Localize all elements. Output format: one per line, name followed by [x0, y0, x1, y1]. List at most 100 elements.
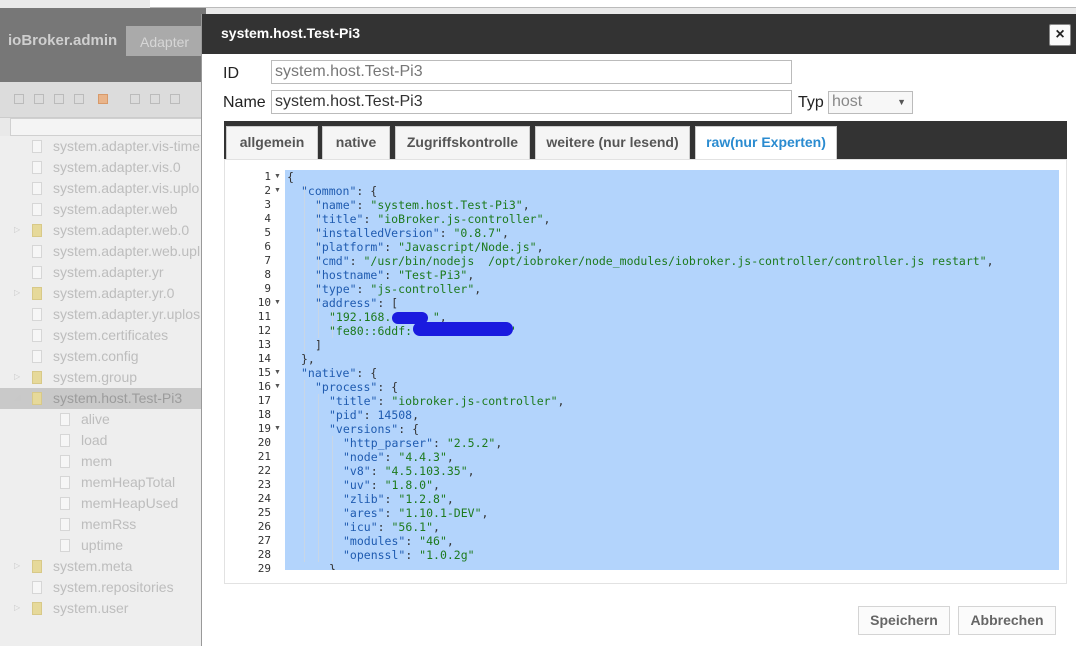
- code-line: "platform": "Javascript/Node.js",: [315, 240, 544, 254]
- code-line: "openssl": "1.0.2g": [343, 548, 475, 562]
- json-string: "system.host.Test-Pi3": [370, 198, 523, 212]
- id-field[interactable]: [271, 60, 792, 84]
- tab-zugriffskontrolle[interactable]: Zugriffskontrolle: [395, 126, 530, 159]
- tab-weitere-nur-lesend[interactable]: weitere (nur lesend): [535, 126, 690, 159]
- json-key: "process": [315, 380, 378, 394]
- code-line: "versions": {: [329, 422, 419, 436]
- tree-row: system.adapter.web: [0, 199, 206, 220]
- json-punctuation: ,: [412, 408, 420, 422]
- json-punctuation: ,: [467, 268, 475, 282]
- json-editor[interactable]: 1 ▼ 2 ▼ 3 4 5 6 7 8 9 10 ▼ 11 12 13 14 15 ▼ 16 ▼ 17 18 19 ▼ 20 21 2…: [224, 159, 1067, 584]
- expand-arrow-icon: ▷: [14, 288, 21, 297]
- file-icon: [60, 518, 70, 531]
- tree-row: load: [0, 430, 206, 451]
- line-number: 29: [257, 562, 271, 575]
- json-key: "http_parser": [343, 436, 434, 450]
- folder-icon: [32, 287, 42, 300]
- tab-raw-nur-experten[interactable]: raw(nur Experten): [695, 126, 837, 159]
- refresh-icon: [14, 94, 24, 104]
- line-number: 23: [257, 478, 271, 491]
- code-line: "type": "js-controller",: [315, 282, 481, 296]
- line-number: 5: [264, 226, 271, 239]
- json-punctuation: ,: [446, 534, 454, 548]
- tree-row-label: system.adapter.web.0: [53, 222, 190, 238]
- json-punctuation: ,: [543, 212, 551, 226]
- line-number: 12: [257, 324, 271, 337]
- code-line: "zlib": "1.2.8",: [343, 492, 454, 506]
- fold-toggle-icon[interactable]: ▼: [274, 184, 281, 198]
- line-number: 15: [257, 366, 271, 379]
- json-punctuation: {: [287, 170, 294, 184]
- json-punctuation: ]: [315, 338, 322, 352]
- object-edit-dialog: system.host.Test-Pi3 × ID Name Typ host …: [201, 14, 1076, 646]
- save-button[interactable]: Speichern: [858, 606, 950, 635]
- json-punctuation: ,: [501, 226, 509, 240]
- tab-allgemein[interactable]: allgemein: [226, 126, 318, 159]
- add-icon: [130, 94, 140, 104]
- close-button[interactable]: ×: [1049, 24, 1071, 46]
- name-field[interactable]: [271, 90, 792, 114]
- collapse-icon: [34, 94, 44, 104]
- name-label: Name: [223, 94, 266, 111]
- file-icon: [60, 434, 70, 447]
- typ-selected-value: host: [832, 93, 863, 110]
- json-string: "1.0.2g": [419, 548, 475, 562]
- fold-toggle-icon[interactable]: ▼: [274, 422, 281, 436]
- code-line: },: [329, 562, 343, 570]
- chevron-down-icon: ▼: [897, 97, 906, 107]
- fold-toggle-icon[interactable]: ▼: [274, 366, 281, 380]
- tab-bar: allgemein native Zugriffskontrolle weitere …: [224, 121, 1067, 159]
- tree-row: ◢ system.host.Test-Pi3: [0, 388, 206, 409]
- line-number: 1: [264, 170, 271, 183]
- background-header: ioBroker.admin Adapter: [0, 8, 206, 82]
- json-punctuation: :: [349, 254, 364, 268]
- json-punctuation: },: [329, 562, 343, 570]
- tree-row: system.adapter.vis.0: [0, 157, 206, 178]
- tree-row: uptime: [0, 535, 206, 556]
- file-icon: [60, 455, 70, 468]
- tree-row-label: system.adapter.vis-time: [53, 138, 201, 154]
- list-icon: [74, 94, 84, 104]
- editor-code[interactable]: {"common": {"name": "system.host.Test-Pi…: [285, 170, 1059, 570]
- indent-guide: [318, 198, 319, 338]
- file-icon: [60, 413, 70, 426]
- tree-row: ▷ system.adapter.yr.0: [0, 283, 206, 304]
- json-key: "v8": [343, 464, 371, 478]
- redaction-mark: [413, 322, 513, 336]
- fold-toggle-icon[interactable]: ▼: [274, 380, 281, 394]
- json-punctuation: :: [405, 548, 420, 562]
- cancel-button[interactable]: Abbrechen: [958, 606, 1056, 635]
- json-punctuation: ,: [467, 464, 475, 478]
- expand-icon: [150, 94, 160, 104]
- folder-icon: [32, 602, 42, 615]
- fold-toggle-icon[interactable]: ▼: [274, 296, 281, 310]
- json-punctuation: :: [439, 226, 454, 240]
- line-number: 3: [264, 198, 271, 211]
- line-number: 21: [257, 450, 271, 463]
- json-punctuation: : [: [377, 296, 399, 310]
- line-number: 9: [264, 282, 271, 295]
- tree-row: alive: [0, 409, 206, 430]
- json-string: "Javascript/Node.js": [398, 240, 537, 254]
- json-punctuation: ,: [986, 254, 994, 268]
- json-punctuation: :: [377, 520, 392, 534]
- folder-icon: [32, 392, 42, 405]
- json-string: "56.1": [391, 520, 434, 534]
- plus-icon: [170, 94, 180, 104]
- code-line: "cmd": "/usr/bin/nodejs /opt/iobroker/no…: [315, 254, 994, 268]
- file-icon: [32, 161, 42, 174]
- json-key: "modules": [343, 534, 406, 548]
- tree-row: ▷ system.user: [0, 598, 206, 619]
- json-key: "type": [315, 282, 357, 296]
- code-line: "name": "system.host.Test-Pi3",: [315, 198, 530, 212]
- typ-select[interactable]: host ▼: [828, 91, 913, 114]
- line-number: 10: [257, 296, 271, 309]
- json-string: "ioBroker.js-controller": [377, 212, 544, 226]
- line-number: 27: [257, 534, 271, 547]
- json-key: "icu": [343, 520, 378, 534]
- tab-native[interactable]: native: [322, 126, 390, 159]
- fold-toggle-icon[interactable]: ▼: [274, 170, 281, 184]
- json-punctuation: :: [384, 268, 399, 282]
- json-string: "js-controller": [370, 282, 475, 296]
- json-key: "title": [315, 212, 364, 226]
